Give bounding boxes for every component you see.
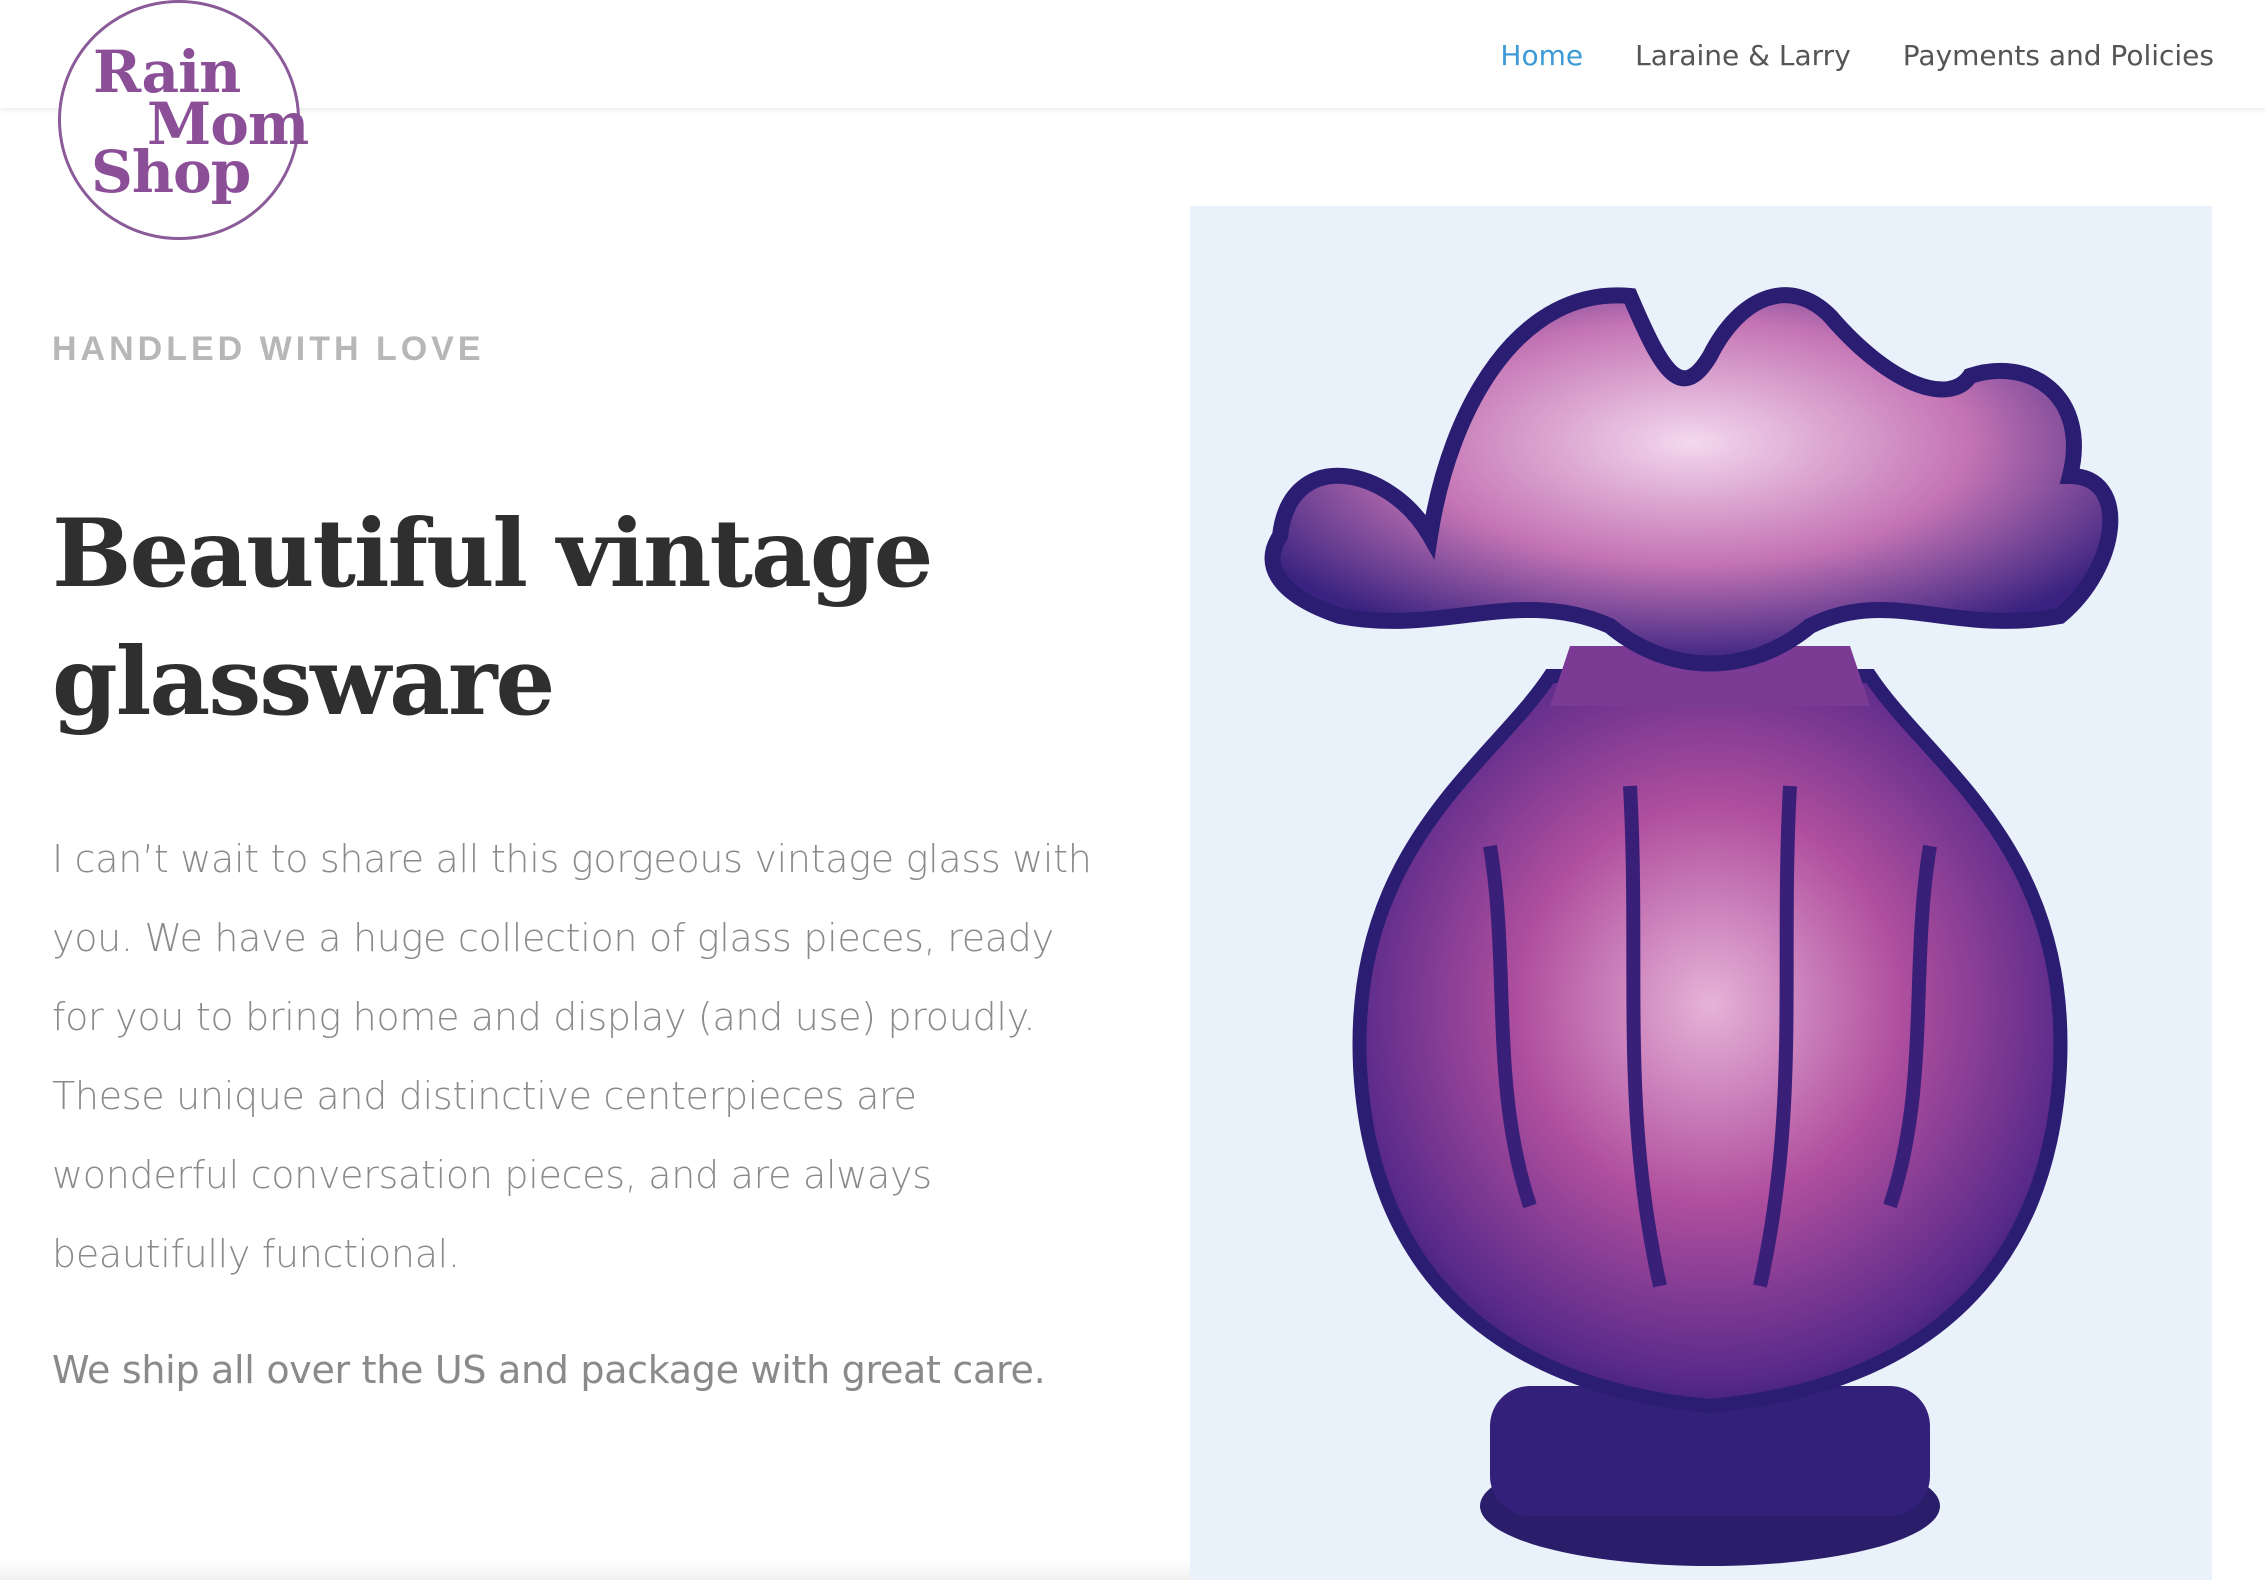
site-logo[interactable]: Rain Mom Shop [58, 0, 309, 240]
nav-item-home[interactable]: Home [1500, 38, 1583, 74]
nav-item-laraine-larry[interactable]: Laraine & Larry [1635, 38, 1851, 74]
headline-line-1: Beautiful vintage [52, 499, 933, 609]
product-image-vase [1190, 206, 2212, 1580]
hero-paragraph-1: I can’t wait to share all this gorgeous … [52, 837, 1092, 1276]
hero-paragraph-2: We ship all over the US and package with… [52, 1348, 1046, 1392]
site-header: Home Laraine & Larry Payments and Polici… [0, 0, 2266, 108]
hero-eyebrow: HANDLED WITH LOVE [52, 330, 485, 368]
section-bottom-shadow [0, 1560, 1190, 1580]
headline-line-2: glassware [52, 627, 555, 737]
nav-item-payments-policies[interactable]: Payments and Policies [1903, 38, 2214, 74]
logo-text-shop: Shop [91, 138, 251, 206]
vase-illustration [1190, 206, 2212, 1580]
hero-headline: Beautiful vintage glassware [52, 490, 952, 746]
main-nav: Home Laraine & Larry Payments and Polici… [1500, 38, 2214, 74]
